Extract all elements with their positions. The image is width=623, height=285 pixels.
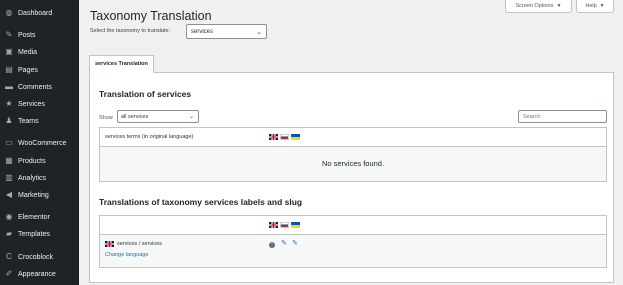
sidebar-item-products[interactable]: ▦ Products [0,154,79,168]
show-label: Show [99,115,113,121]
page-title: Taxonomy Translation [90,9,212,23]
flag-ru-icon [280,222,289,228]
taxonomy-select-label: Select the taxonomy to translate: [90,28,171,34]
sidebar-item-label: Appearance [18,270,56,278]
sidebar-item-label: Posts [18,31,36,39]
original-language-indicator: − [269,241,275,248]
sidebar-item-templates[interactable]: ▰ Templates [0,227,79,241]
pencil-icon: ✎ [292,240,298,247]
terms-table: services terms (in original language) No… [99,127,607,182]
sidebar-item-analytics[interactable]: ▥ Analytics [0,171,79,185]
sidebar-item-elementor[interactable]: ◉ Elementor [0,210,79,224]
labels-row: services / services Change language − ✎ … [100,235,606,267]
change-language-link[interactable]: Change language [105,252,148,258]
label-row-name: services / services [105,241,162,247]
language-flags [269,222,300,228]
sidebar-item-label: Dashboard [18,9,53,17]
comments-icon: ▬ [5,82,13,91]
screen-options-button[interactable]: Screen Options ▼ [505,0,572,13]
chevron-down-icon: ⌄ [188,114,194,120]
marketing-icon: ◀ [5,190,13,199]
crocoblock-icon: C [6,252,12,261]
help-button[interactable]: Help ▼ [576,0,614,13]
taxonomy-select-value: services [191,28,214,35]
sidebar-item-label: Products [18,157,46,165]
label-row-text: services / services [117,241,162,247]
sidebar-item-woocommerce[interactable]: ▭ WooCommerce [0,136,79,150]
sidebar-item-marketing[interactable]: ◀ Marketing [0,188,79,202]
sidebar-item-label: Media [18,48,38,56]
flag-ua-icon [291,222,300,228]
labels-table-header [100,216,606,235]
chevron-down-icon: ⌄ [256,29,262,36]
media-icon: ▣ [5,47,13,56]
edit-ru-button[interactable]: ✎ [281,240,287,247]
help-label: Help [585,3,597,9]
sidebar-item-dashboard[interactable]: ◍ Dashboard [0,6,79,20]
sidebar-item-services[interactable]: ★ Services [0,97,79,111]
pages-icon: ▤ [5,65,13,74]
show-filter-value: all services [121,113,149,120]
main-content: Screen Options ▼ Help ▼ Taxonomy Transla… [79,0,623,285]
templates-icon: ▰ [5,229,13,238]
sidebar-item-crocoblock[interactable]: C Crocoblock [0,250,79,264]
dashboard-icon: ◍ [5,8,13,17]
terms-column-header: services terms (in original language) [105,134,194,140]
minus-circle-icon: − [269,241,275,248]
sidebar-item-label: WooCommerce [18,139,67,147]
sidebar-item-label: Comments [18,83,52,91]
flag-ua-icon [291,134,300,140]
sidebar-item-teams[interactable]: ♟ Teams [0,114,79,128]
empty-message: No services found. [321,159,385,168]
flag-uk-icon [269,134,278,140]
sidebar-item-label: Analytics [18,174,47,182]
search-input[interactable] [518,110,607,123]
services-star-icon: ★ [5,99,13,108]
flag-ru-icon [280,134,289,140]
edit-ua-button[interactable]: ✎ [292,240,298,247]
sidebar-item-label: Pages [18,66,38,74]
translation-panel: Translation of services Show all service… [89,72,614,283]
sidebar-item-label: Teams [18,117,39,125]
chevron-down-icon: ▼ [556,3,562,9]
empty-row: No services found. [100,147,606,181]
labels-heading: Translations of taxonomy services labels… [99,197,303,207]
appearance-icon: ✐ [5,269,13,278]
admin-sidebar: ◍ Dashboard ✎ Posts ▣ Media ▤ Pages ▬ Co… [0,0,79,285]
teams-icon: ♟ [5,116,13,125]
terms-table-header: services terms (in original language) [100,128,606,147]
sidebar-item-label: Marketing [18,191,49,199]
sidebar-item-label: Templates [18,230,50,238]
show-filter-select[interactable]: all services ⌄ [117,110,199,123]
sidebar-item-posts[interactable]: ✎ Posts [0,28,79,42]
sidebar-item-appearance[interactable]: ✐ Appearance [0,267,79,281]
sidebar-item-label: Elementor [18,213,50,221]
pin-icon: ✎ [5,30,13,39]
sidebar-item-pages[interactable]: ▤ Pages [0,63,79,77]
taxonomy-select[interactable]: services ⌄ [186,24,267,39]
woocommerce-icon: ▭ [5,138,13,147]
screen-options-label: Screen Options [515,3,554,9]
language-flags [269,134,300,140]
sidebar-item-label: Crocoblock [18,253,54,261]
sidebar-item-media[interactable]: ▣ Media [0,45,79,59]
labels-table: services / services Change language − ✎ … [99,215,607,268]
pencil-icon: ✎ [281,240,287,247]
flag-uk-icon [105,241,114,247]
chevron-down-icon: ▼ [599,3,605,9]
tab-services-translation[interactable]: services Translation [89,55,154,73]
flag-uk-icon [269,222,278,228]
sidebar-item-comments[interactable]: ▬ Comments [0,80,79,94]
elementor-icon: ◉ [5,212,13,221]
sidebar-item-label: Services [18,100,45,108]
analytics-icon: ▥ [5,173,13,182]
products-icon: ▦ [5,156,13,165]
translations-heading: Translation of services [99,89,192,99]
